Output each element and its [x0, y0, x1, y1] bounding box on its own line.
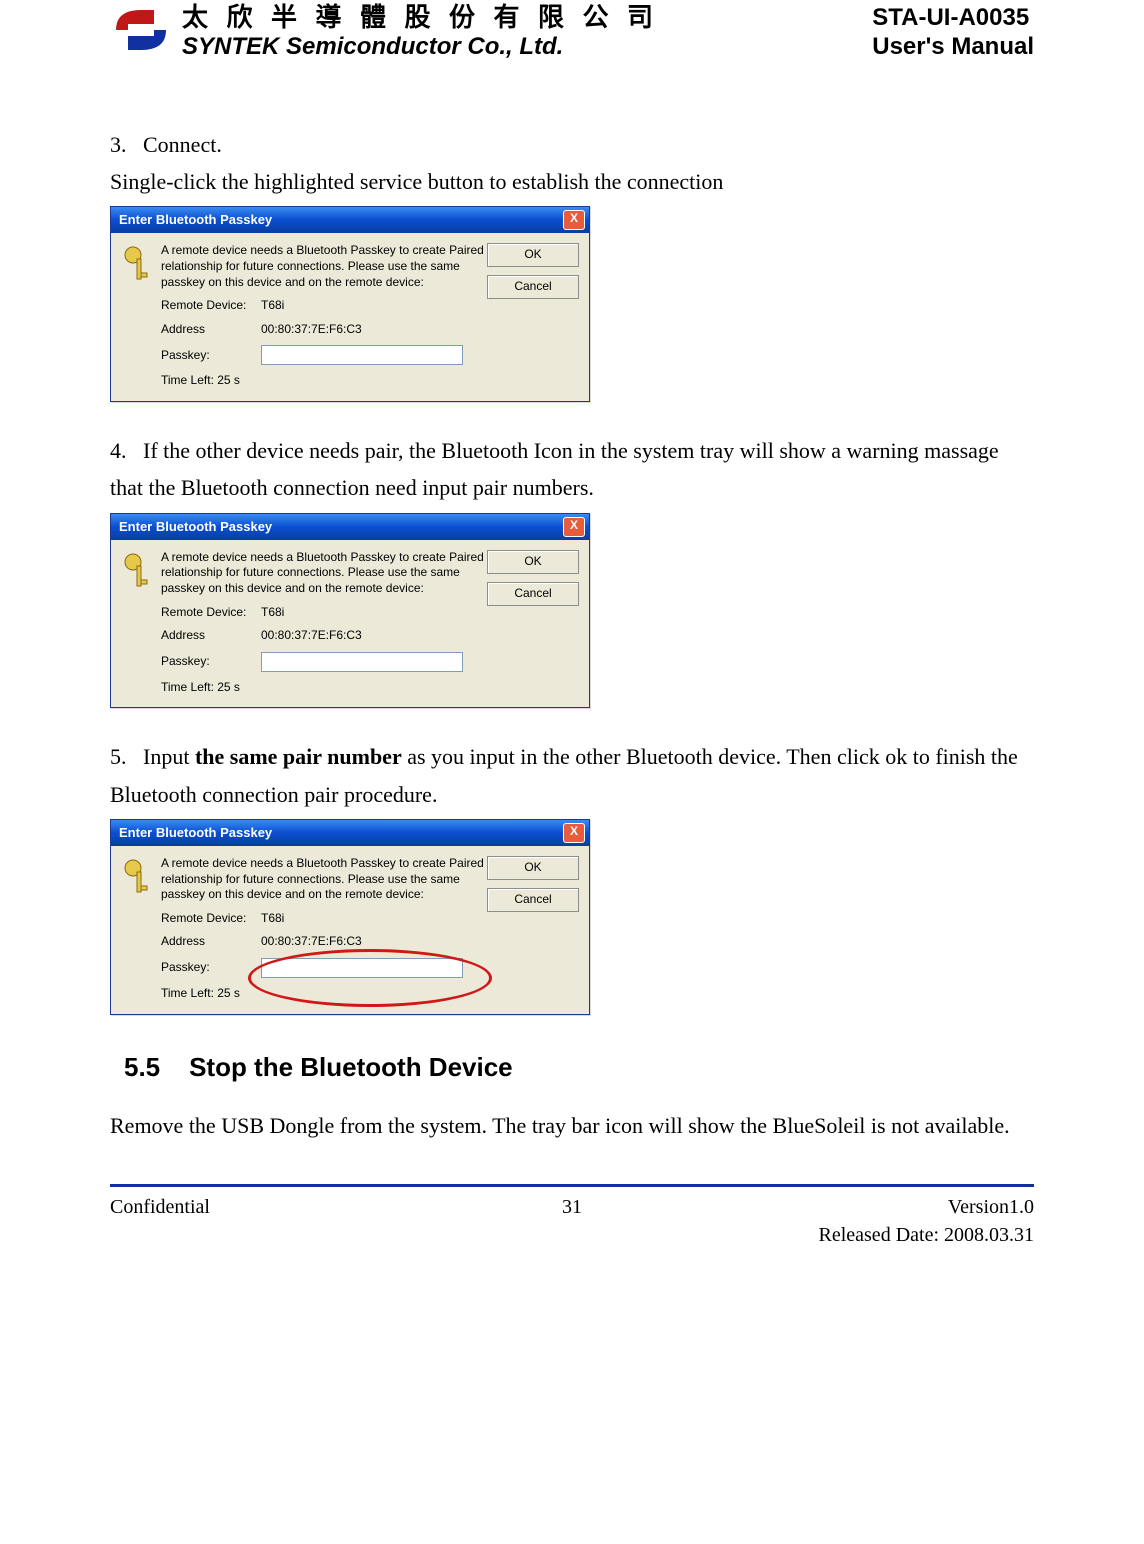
key-icon	[121, 243, 153, 283]
passkey-input[interactable]	[261, 652, 463, 672]
address-label: Address	[161, 934, 261, 950]
section-title: Stop the Bluetooth Device	[189, 1052, 513, 1082]
step-5-number: 5.	[110, 744, 127, 769]
passkey-input[interactable]	[261, 345, 463, 365]
passkey-label: Passkey:	[161, 654, 261, 670]
step-4-text: If the other device needs pair, the Blue…	[110, 438, 999, 500]
step-3-number: 3.	[110, 132, 127, 157]
cancel-button[interactable]: Cancel	[487, 888, 579, 912]
close-icon[interactable]: X	[563, 823, 585, 843]
dialog-titlebar: Enter Bluetooth Passkey X	[111, 514, 589, 540]
remote-device-label: Remote Device:	[161, 605, 261, 621]
key-icon	[121, 550, 153, 590]
footer-version: Version1.0	[612, 1193, 1034, 1221]
remote-device-value: T68i	[261, 298, 487, 314]
ok-button[interactable]: OK	[487, 856, 579, 880]
passkey-label: Passkey:	[161, 348, 261, 364]
passkey-dialog: Enter Bluetooth Passkey X A remote devic…	[110, 206, 590, 402]
dialog-title: Enter Bluetooth Passkey	[119, 209, 272, 231]
company-name-cn: 太 欣 半 導 體 股 份 有 限 公 司	[182, 4, 872, 33]
close-icon[interactable]: X	[563, 517, 585, 537]
step-3-line: 3. Connect.	[110, 126, 1034, 163]
cancel-button[interactable]: Cancel	[487, 275, 579, 299]
step-4-number: 4.	[110, 438, 127, 463]
dialog-titlebar: Enter Bluetooth Passkey X	[111, 820, 589, 846]
section-text: Remove the USB Dongle from the system. T…	[110, 1107, 1034, 1144]
footer-confidential: Confidential	[110, 1193, 532, 1249]
address-value: 00:80:37:7E:F6:C3	[261, 322, 487, 338]
address-value: 00:80:37:7E:F6:C3	[261, 628, 487, 644]
step-5-line: 5. Input the same pair number as you inp…	[110, 738, 1034, 813]
remote-device-value: T68i	[261, 605, 487, 621]
address-label: Address	[161, 322, 261, 338]
footer-date: Released Date: 2008.03.31	[612, 1221, 1034, 1249]
section-heading: 5.5 Stop the Bluetooth Device	[124, 1045, 1034, 1089]
ok-button[interactable]: OK	[487, 243, 579, 267]
passkey-dialog: Enter Bluetooth Passkey X A remote devic…	[110, 819, 590, 1015]
time-left-label: Time Left: 25 s	[161, 680, 240, 696]
footer-page-number: 31	[532, 1193, 612, 1249]
step-5-pre: Input	[143, 744, 195, 769]
section-number: 5.5	[124, 1052, 160, 1082]
cancel-button[interactable]: Cancel	[487, 582, 579, 606]
address-label: Address	[161, 628, 261, 644]
passkey-input[interactable]	[261, 958, 463, 978]
page-header: 太 欣 半 導 體 股 份 有 限 公 司 SYNTEK Semiconduct…	[110, 0, 1034, 68]
company-logo-icon	[110, 4, 172, 56]
time-left-label: Time Left: 25 s	[161, 373, 240, 389]
doc-code: STA-UI-A0035	[872, 4, 1034, 33]
time-left-label: Time Left: 25 s	[161, 986, 240, 1002]
step-5-bold: the same pair number	[195, 744, 402, 769]
passkey-dialog: Enter Bluetooth Passkey X A remote devic…	[110, 513, 590, 709]
company-name-en: SYNTEK Semiconductor Co., Ltd.	[182, 33, 872, 62]
key-icon	[121, 856, 153, 896]
dialog-title: Enter Bluetooth Passkey	[119, 822, 272, 844]
dialog-message: A remote device needs a Bluetooth Passke…	[161, 550, 487, 597]
remote-device-label: Remote Device:	[161, 911, 261, 927]
ok-button[interactable]: OK	[487, 550, 579, 574]
passkey-label: Passkey:	[161, 960, 261, 976]
doc-name: User's Manual	[872, 33, 1034, 62]
address-value: 00:80:37:7E:F6:C3	[261, 934, 487, 950]
step-3-title: Connect.	[143, 132, 222, 157]
dialog-title: Enter Bluetooth Passkey	[119, 516, 272, 538]
remote-device-value: T68i	[261, 911, 487, 927]
remote-device-label: Remote Device:	[161, 298, 261, 314]
page-footer: Confidential 31 Version1.0 Released Date…	[110, 1184, 1034, 1249]
dialog-message: A remote device needs a Bluetooth Passke…	[161, 856, 487, 903]
step-4-line: 4. If the other device needs pair, the B…	[110, 432, 1034, 507]
dialog-message: A remote device needs a Bluetooth Passke…	[161, 243, 487, 290]
dialog-titlebar: Enter Bluetooth Passkey X	[111, 207, 589, 233]
close-icon[interactable]: X	[563, 210, 585, 230]
step-3-text: Single-click the highlighted service but…	[110, 163, 1034, 200]
